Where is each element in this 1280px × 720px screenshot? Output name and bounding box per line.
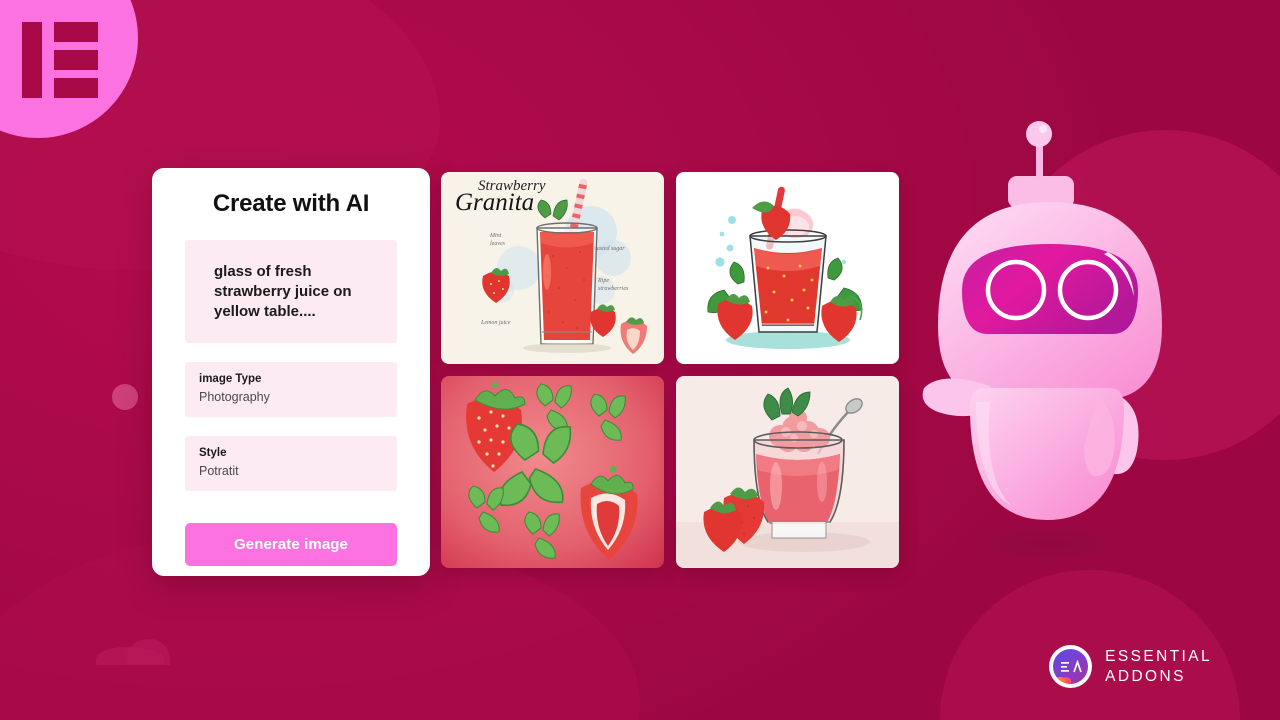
result-thumbnail-4[interactable]	[676, 376, 899, 568]
generate-image-button[interactable]: Generate image	[185, 523, 397, 567]
essential-addons-brand: ESSENTIAL ADDONS	[1049, 645, 1212, 688]
style-label: Style	[199, 447, 227, 460]
brand-line-1: ESSENTIAL	[1105, 648, 1212, 666]
image-type-field[interactable]: image Type Photography	[185, 362, 397, 418]
image-type-value: Photography	[199, 390, 270, 405]
essential-addons-logo-badge	[1049, 645, 1093, 688]
generated-images-grid: Strawberry Granita Mint leaves Toasted su…	[441, 172, 899, 568]
svg-text:Granita: Granita	[455, 189, 534, 216]
app-root: Create with AI glass of fresh strawberry…	[0, 0, 1280, 720]
elementor-bars-group	[54, 22, 98, 98]
svg-text:leaves: leaves	[490, 241, 506, 247]
style-value: Potratit	[199, 464, 239, 479]
result-thumbnail-2[interactable]	[676, 172, 899, 364]
result-thumbnail-1[interactable]: Strawberry Granita Mint leaves Toasted su…	[441, 172, 664, 364]
prompt-text: glass of fresh strawberry juice on yello…	[214, 263, 352, 320]
svg-text:Lemon juice: Lemon juice	[480, 320, 511, 326]
create-with-ai-panel: Create with AI glass of fresh strawberry…	[152, 168, 430, 576]
image-type-label: image Type	[199, 373, 262, 386]
elementor-bar-horizontal-2	[54, 50, 98, 70]
elementor-bar-horizontal-1	[54, 22, 98, 42]
elementor-bar-horizontal-3	[54, 78, 98, 98]
brand-line-2: ADDONS	[1105, 667, 1186, 685]
elementor-e-icon	[22, 22, 98, 98]
prompt-textarea[interactable]: glass of fresh strawberry juice on yello…	[185, 240, 397, 344]
svg-text:strawberries: strawberries	[598, 286, 629, 292]
svg-text:Ripe: Ripe	[597, 278, 609, 284]
panel-title: Create with AI	[212, 190, 370, 217]
background-dot-circle	[112, 384, 138, 410]
ai-robot-mascot	[912, 112, 1178, 582]
result-thumbnail-3[interactable]	[441, 376, 664, 568]
style-field[interactable]: Style Potratit	[185, 436, 397, 492]
elementor-bar-vertical	[22, 22, 42, 98]
svg-text:Mint: Mint	[489, 233, 502, 239]
background-blob-topright	[1000, 130, 1280, 460]
ea-logo-icon	[1053, 649, 1089, 684]
brand-wordmark: ESSENTIAL ADDONS	[1105, 647, 1212, 685]
ea-monogram-icon	[1060, 659, 1082, 672]
